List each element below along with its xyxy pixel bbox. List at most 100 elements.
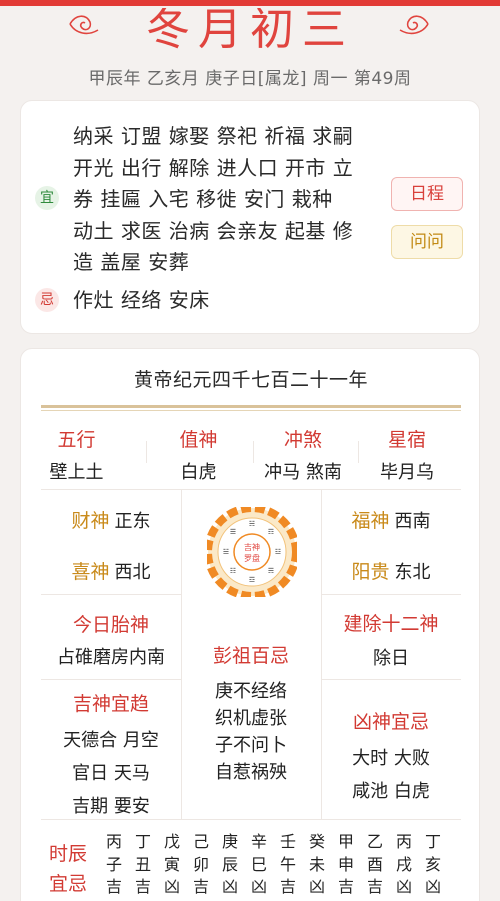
jianchu-value: 除日 bbox=[373, 648, 409, 669]
shichen-column: 癸未凶 bbox=[306, 831, 328, 899]
yi-line: 纳采 订盟 嫁娶 祭祀 祈福 求嗣 bbox=[73, 124, 354, 148]
shichen-stem: 甲 bbox=[337, 832, 354, 851]
cloud-ornament-right-icon bbox=[399, 15, 429, 35]
almanac-card: 黄帝纪元四千七百二十一年 五行 壁上土 值神 白虎 冲煞 冲马 煞南 星宿 毕月… bbox=[20, 348, 480, 901]
svg-text:☰: ☰ bbox=[230, 528, 236, 536]
svg-text:☲: ☲ bbox=[249, 576, 255, 584]
wuxing-label: 五行 bbox=[57, 429, 96, 451]
shichen-stem: 丙 bbox=[395, 832, 412, 851]
compass-center-bottom: 罗盘 bbox=[244, 553, 260, 563]
svg-text:☶: ☶ bbox=[268, 528, 274, 536]
compass-center-top: 吉神 bbox=[244, 542, 260, 552]
jishen-label: 吉神宜趋 bbox=[72, 693, 149, 715]
jianchu-label: 建除十二神 bbox=[343, 613, 439, 635]
shichen-branch: 子 bbox=[105, 854, 122, 874]
schedule-button[interactable]: 日程 bbox=[391, 177, 463, 211]
shichen-branch: 寅 bbox=[163, 854, 180, 874]
fushen-cell: 福神 西南 bbox=[321, 506, 461, 533]
ji-badge: 忌 bbox=[35, 288, 59, 312]
caishen-value: 正东 bbox=[114, 511, 151, 532]
yi-line: 开光 出行 解除 进人口 开市 立 bbox=[73, 155, 354, 180]
fushen-value: 西南 bbox=[394, 511, 431, 532]
shichen-branch: 戌 bbox=[395, 854, 412, 874]
yi-line: 券 挂匾 入宅 移徙 安门 栽种 bbox=[73, 187, 333, 211]
shichen-stem: 癸 bbox=[308, 832, 325, 851]
xingxiu-label: 星宿 bbox=[387, 429, 426, 451]
shichen-luck: 凶 bbox=[395, 877, 412, 896]
chongsha-label: 冲煞 bbox=[283, 429, 322, 451]
jishen-values: 天德合 月空 官日 天马 吉期 要安 bbox=[41, 724, 181, 823]
shichen-stem: 戊 bbox=[163, 832, 180, 851]
shichen-column: 庚辰凶 bbox=[219, 831, 241, 899]
shichen-branch: 丑 bbox=[134, 854, 151, 874]
shichen-luck: 凶 bbox=[221, 877, 238, 896]
shichen-branch: 卯 bbox=[192, 854, 209, 874]
shichen-branch: 酉 bbox=[366, 854, 383, 874]
xishen-cell: 喜神 西北 bbox=[41, 557, 181, 584]
shichen-column: 甲申吉 bbox=[335, 831, 357, 899]
shichen-label: 时辰 宜忌 bbox=[49, 839, 87, 899]
shichen-stem: 乙 bbox=[366, 832, 383, 851]
shichen-luck: 吉 bbox=[192, 877, 209, 896]
shichen-label-bottom: 宜忌 bbox=[49, 873, 88, 895]
taishen-label: 今日胎神 bbox=[72, 614, 149, 636]
taishen-value: 占碓磨房内南 bbox=[57, 647, 165, 668]
pengzu-line: 织机虚张 bbox=[215, 708, 287, 729]
era-divider-thin bbox=[41, 410, 461, 411]
taishen-cell: 今日胎神 占碓磨房内南 bbox=[41, 610, 181, 669]
ganzhi-subtitle: 甲辰年 乙亥月 庚子日[属龙] 周一 第49周 bbox=[88, 69, 412, 89]
svg-text:☵: ☵ bbox=[249, 520, 255, 528]
date-header: 冬月初三 甲辰年 乙亥月 庚子日[属龙] 周一 第49周 bbox=[0, 6, 500, 98]
ask-button[interactable]: 问问 bbox=[391, 225, 463, 259]
shichen-branch: 未 bbox=[308, 854, 325, 874]
zhishen-cell: 值神 白虎 bbox=[151, 425, 246, 484]
xiongshen-line: 大时 大败 bbox=[352, 748, 430, 769]
shichen-branch: 辰 bbox=[221, 854, 238, 874]
shichen-column: 戊寅凶 bbox=[161, 831, 183, 899]
yi-list: 纳采 订盟 嫁娶 祭祀 祈福 求嗣 开光 出行 解除 进人口 开市 立 券 挂匾… bbox=[73, 121, 373, 279]
shichen-luck: 凶 bbox=[250, 877, 267, 896]
shichen-branch: 亥 bbox=[424, 854, 441, 874]
grid-line bbox=[321, 679, 461, 680]
shichen-column: 丙子吉 bbox=[103, 831, 125, 899]
pengzu-label: 彭祖百忌 bbox=[212, 645, 289, 667]
pengzu-cell: 彭祖百忌 庚不经络 织机虚张 子不问卜 自惹祸殃 bbox=[181, 641, 321, 786]
xishen-value: 西北 bbox=[114, 562, 151, 583]
pengzu-line: 子不问卜 bbox=[215, 735, 287, 756]
yanggui-value: 东北 bbox=[394, 562, 431, 583]
shichen-stem: 己 bbox=[192, 832, 209, 851]
grid-line bbox=[41, 489, 461, 490]
divider bbox=[146, 441, 147, 463]
fushen-label: 福神 bbox=[351, 510, 390, 532]
shichen-luck: 吉 bbox=[279, 877, 296, 896]
era-divider bbox=[41, 405, 461, 408]
yi-line: 动土 求医 治病 会亲友 起基 修 bbox=[73, 218, 354, 243]
shichen-branch: 午 bbox=[279, 854, 296, 874]
grid-line bbox=[41, 679, 181, 680]
xiongshen-label: 凶神宜忌 bbox=[352, 711, 429, 733]
shichen-luck: 吉 bbox=[105, 877, 122, 896]
zhishen-value: 白虎 bbox=[180, 462, 217, 483]
shichen-column: 己卯吉 bbox=[190, 831, 212, 899]
chongsha-cell: 冲煞 冲马 煞南 bbox=[253, 425, 353, 484]
pengzu-line: 庚不经络 bbox=[215, 681, 287, 702]
shichen-stem: 丁 bbox=[424, 832, 441, 851]
era-title: 黄帝纪元四千七百二十一年 bbox=[133, 369, 368, 391]
shichen-column: 乙酉吉 bbox=[364, 831, 386, 899]
wuxing-cell: 五行 壁上土 bbox=[29, 425, 124, 484]
jishen-line: 官日 天马 bbox=[72, 763, 150, 784]
jishen-cell: 吉神宜趋 天德合 月空 官日 天马 吉期 要安 bbox=[41, 689, 181, 823]
shichen-label-top: 时辰 bbox=[49, 843, 88, 865]
zhishen-label: 值神 bbox=[179, 429, 218, 451]
svg-text:☱: ☱ bbox=[223, 548, 229, 556]
shichen-stem: 辛 bbox=[250, 832, 267, 851]
pengzu-values: 庚不经络 织机虚张 子不问卜 自惹祸殃 bbox=[181, 678, 321, 786]
caishen-cell: 财神 正东 bbox=[41, 506, 181, 533]
shichen-luck: 吉 bbox=[366, 877, 383, 896]
yanggui-label: 阳贵 bbox=[351, 561, 390, 583]
xiongshen-line: 咸池 白虎 bbox=[352, 781, 430, 802]
xingxiu-cell: 星宿 毕月乌 bbox=[359, 425, 455, 484]
shichen-luck: 吉 bbox=[337, 877, 354, 896]
xiongshen-cell: 凶神宜忌 大时 大败 咸池 白虎 bbox=[321, 707, 461, 808]
compass-wheel-icon: ☵ ☶ ☳ ☴ ☲ ☷ ☱ ☰ 吉神 罗盘 bbox=[207, 507, 297, 597]
